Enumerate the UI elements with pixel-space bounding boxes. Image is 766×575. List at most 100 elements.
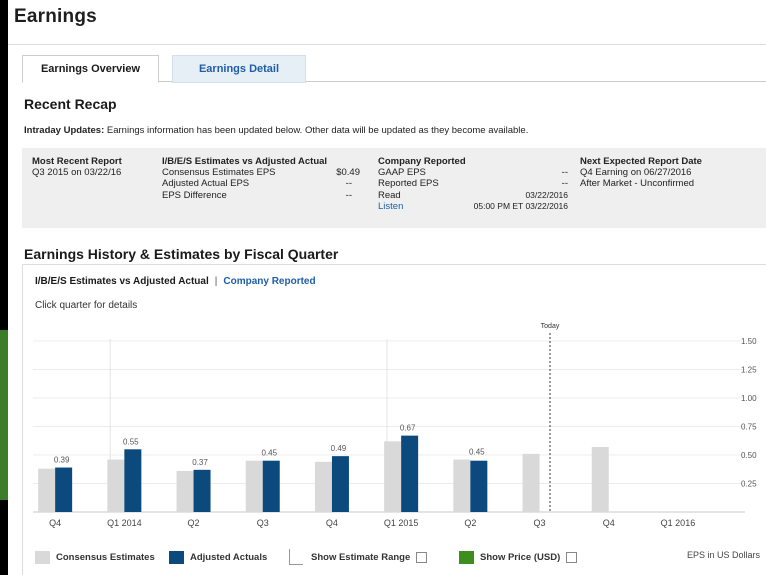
y-tick-label: 1.50 [741,337,757,346]
consensus-bar [591,447,609,512]
eps-units-note: EPS in US Dollars [686,550,760,560]
intraday-notice: Intraday Updates: Earnings information h… [24,125,528,136]
legend-consensus: Consensus Estimates [35,548,155,566]
data-label: 0.45 [261,449,277,458]
company-row-label: Read [378,189,401,201]
ibes-row-value: $0.49 [336,167,360,179]
ibes-row-label: Consensus Estimates EPS [162,167,276,179]
consensus-bar [384,441,402,512]
ibes-estimates: I/B/E/S Estimates vs Adjusted Actual Con… [162,156,360,201]
ibes-row-label: EPS Difference [162,189,227,201]
ibes-row: Adjusted Actual EPS -- [162,178,360,189]
chart-view-switch: I/B/E/S Estimates vs Adjusted Actual | Com… [35,276,316,287]
tab-bar: Earnings Overview Earnings Detail [22,55,766,83]
today-label: Today [541,323,560,330]
ibes-row-value: -- [345,178,352,190]
ibes-row: EPS Difference -- [162,190,360,201]
y-tick-label: 1.00 [741,394,757,403]
estimate-range-checkbox[interactable] [416,551,428,563]
view-ibes-active: I/B/E/S Estimates vs Adjusted Actual [35,276,209,287]
next-heading: Next Expected Report Date [580,156,702,167]
view-company-reported-link[interactable]: Company Reported [223,276,315,287]
chart-container: I/B/E/S Estimates vs Adjusted Actual | Com… [22,264,766,575]
view-separator: | [214,276,218,287]
legend-range[interactable]: Show Estimate Range [289,548,428,566]
history-title: Earnings History & Estimates by Fiscal Q… [24,246,339,262]
data-label: 0.39 [54,456,70,465]
chart-legend: Consensus Estimates Adjusted Actuals Sho… [35,548,766,566]
x-tick-label: Q2 [188,518,200,528]
x-tick-label: Q4 [603,518,615,528]
next-report: Next Expected Report Date Q4 Earning on … [580,156,766,190]
legend-actuals-label: Adjusted Actuals [190,551,268,563]
y-tick-label: 0.50 [741,451,757,460]
next-line-2: After Market - Unconfirmed [580,178,695,190]
actual-bar [124,449,142,512]
consensus-bar [245,460,263,512]
consensus-bar [107,459,125,512]
ibes-row: Consensus Estimates EPS $0.49 [162,167,360,178]
ibes-row-value: -- [345,189,352,201]
recap-summary-box: Most Recent Report Q3 2015 on 03/22/16 I… [22,148,766,228]
actual-bar [55,467,73,512]
x-tick-label: Q1 2016 [661,518,696,528]
y-tick-label: 0.25 [741,480,757,489]
most-recent-heading: Most Recent Report [32,156,122,167]
legend-range-label: Show Estimate Range [311,551,411,563]
actual-bar [470,460,488,512]
tab-earnings-overview[interactable]: Earnings Overview [22,55,159,83]
company-row-label: Reported EPS [378,178,439,190]
x-tick-label: Q4 [326,518,338,528]
legend-price[interactable]: Show Price (USD) [459,548,578,566]
legend-actuals: Adjusted Actuals [169,548,267,566]
y-tick-label: 0.75 [741,423,757,432]
click-hint: Click quarter for details [35,300,138,311]
show-price-checkbox[interactable] [566,551,578,563]
data-label: 0.49 [331,444,347,453]
actual-bar [193,469,211,512]
intraday-text: Earnings information has been updated be… [104,125,529,136]
company-row: Read 03/22/2016 [378,190,568,201]
data-label: 0.45 [469,448,485,457]
company-row-value: -- [561,178,568,190]
title-divider [8,44,766,45]
consensus-bar [314,461,332,512]
data-label: 0.67 [400,424,416,433]
most-recent-report: Most Recent Report Q3 2015 on 03/22/16 [32,156,152,178]
company-row-label: GAAP EPS [378,167,426,179]
legend-price-label: Show Price (USD) [480,551,561,563]
listen-time: 05:00 PM ET 03/22/2016 [473,200,568,211]
company-reported: Company Reported GAAP EPS -- Reported EPS… [378,156,568,212]
y-tick-label: 1.25 [741,366,757,375]
price-swatch [459,550,474,564]
actual-bar [331,456,349,512]
company-row: Reported EPS -- [378,178,568,189]
company-row: Listen 05:00 PM ET 03/22/2016 [378,201,568,212]
data-label: 0.55 [123,437,139,446]
earnings-chart[interactable]: 0.25 0.50 0.75 1.00 1.25 1.50 Today 0.39 Q4 0.55 Q… [23,315,766,545]
legend-consensus-label: Consensus Estimates [56,551,155,563]
next-line-1: Q4 Earning on 06/27/2016 [580,167,692,179]
x-tick-label: Q2 [464,518,476,528]
intraday-label: Intraday Updates: [24,125,105,136]
ibes-row-label: Adjusted Actual EPS [162,178,250,190]
x-tick-label: Q4 [49,518,61,528]
data-label: 0.37 [192,458,208,467]
x-tick-label: Q3 [257,518,269,528]
earnings-panel: Earnings Earnings Overview Earnings Deta… [8,0,766,575]
tab-earnings-detail[interactable]: Earnings Detail [172,55,306,83]
listen-link[interactable]: Listen [378,201,403,212]
consensus-swatch [35,550,50,564]
page-title: Earnings [14,6,97,27]
ibes-heading: I/B/E/S Estimates vs Adjusted Actual [162,156,328,167]
consensus-bar [38,468,56,512]
actuals-swatch [169,550,184,564]
company-row: GAAP EPS -- [378,167,568,178]
read-date: 03/22/2016 [525,189,568,200]
x-tick-label: Q1 2014 [107,518,142,528]
company-heading: Company Reported [378,156,466,167]
x-tick-label: Q1 2015 [384,518,419,528]
range-icon [289,549,303,565]
actual-bar [262,460,280,512]
actual-bar [401,435,419,512]
